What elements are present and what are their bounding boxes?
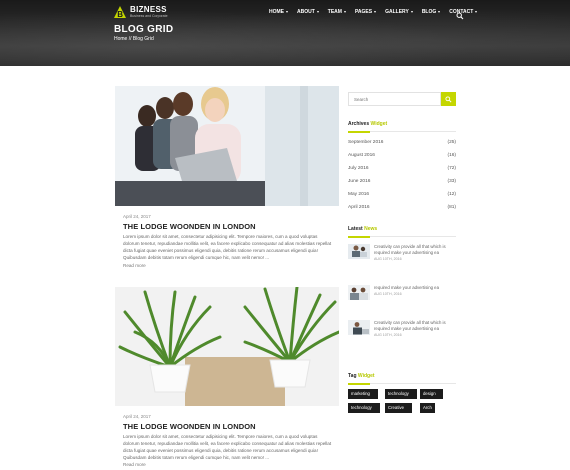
widget-title-accent: News <box>364 226 378 232</box>
post-image-students-laptop[interactable] <box>115 86 339 206</box>
archive-item[interactable]: May 2016 (12) <box>348 192 456 197</box>
chevron-down-icon <box>286 11 288 13</box>
nav-item-blog[interactable]: BLOG <box>421 9 441 15</box>
tag-marketing[interactable]: marketing <box>348 389 378 399</box>
chevron-down-icon <box>438 11 441 13</box>
nav-item-about[interactable]: ABOUT <box>297 9 319 15</box>
archive-label: August 2016 <box>348 153 375 158</box>
nav-label: ABOUT <box>297 9 315 15</box>
post-title[interactable]: THE LODGE WOONDEN IN LONDON <box>123 422 256 431</box>
archive-label: April 2016 <box>348 205 370 210</box>
archive-count: (12) <box>447 192 456 197</box>
logo[interactable]: B BIZNESS Business and Corporate <box>113 5 168 19</box>
nav-label: HOME <box>269 9 284 15</box>
widget-title-main: Archives <box>348 121 370 127</box>
news-thumbnail <box>348 244 370 259</box>
archive-count: (33) <box>447 179 456 184</box>
widget-divider <box>348 130 456 133</box>
logo-title: BIZNESS <box>130 5 167 14</box>
logo-icon: B <box>113 5 127 19</box>
chevron-down-icon <box>475 11 478 13</box>
news-text: Creativity can provide all that which is… <box>374 244 446 255</box>
svg-text:B: B <box>117 10 123 19</box>
archive-count: (16) <box>447 153 456 158</box>
search-button[interactable] <box>441 92 456 106</box>
news-thumbnail <box>348 320 370 335</box>
chevron-down-icon <box>343 11 346 13</box>
news-thumbnail <box>348 285 370 300</box>
post-image-potted-plants[interactable] <box>115 287 339 406</box>
post-title[interactable]: THE LODGE WOONDEN IN LONDON <box>123 222 256 231</box>
post-excerpt: Lorem ipsum dolor sit amet, consectetur … <box>123 234 332 260</box>
post-date: April 24, 2017 <box>123 414 151 419</box>
archive-count: (81) <box>447 205 456 210</box>
chevron-down-icon <box>410 11 413 13</box>
breadcrumb[interactable]: Home // Blog Grid <box>114 36 154 42</box>
main-nav: HOME ABOUT TEAM PAGES GALLERY BLOG CONTA… <box>269 9 486 15</box>
tag-creative[interactable]: Creative <box>385 403 412 413</box>
archive-label: June 2016 <box>348 179 371 184</box>
widget-title-accent: Widget <box>357 373 375 379</box>
tag-design[interactable]: design <box>420 389 443 399</box>
nav-label: PAGES <box>354 9 373 15</box>
archive-count: (25) <box>447 140 456 145</box>
read-more-link[interactable]: Read more <box>123 462 146 467</box>
chevron-down-icon <box>316 11 319 13</box>
chevron-down-icon <box>374 11 377 13</box>
news-item[interactable]: Creativity can provide all that which is… <box>348 320 458 337</box>
search-input[interactable] <box>348 92 441 106</box>
archive-item[interactable]: August 2016 (16) <box>348 153 456 158</box>
widget-title-main: Latest <box>348 226 363 232</box>
tag-technology[interactable]: technology <box>348 403 380 413</box>
nav-item-team[interactable]: TEAM <box>328 9 346 15</box>
search-icon <box>445 95 452 102</box>
nav-item-gallery[interactable]: GALLERY <box>385 9 413 15</box>
nav-label: BLOG <box>421 9 437 15</box>
archive-item[interactable]: June 2016 (33) <box>348 179 456 184</box>
archive-label: September 2016 <box>348 140 384 145</box>
read-more-link[interactable]: Read more <box>123 263 146 268</box>
widget-divider <box>348 235 456 238</box>
post-excerpt: Lorem ipsum dolor sit amet, consectetur … <box>123 434 332 460</box>
widget-divider <box>348 382 456 385</box>
widget-title-main: Tag <box>348 373 357 379</box>
news-date: AUG 10TH, 2016 <box>374 333 402 337</box>
widget-title-accent: Widget <box>370 121 388 127</box>
news-widget-title: Latest News <box>348 226 377 232</box>
news-item[interactable]: Creativity can provide all that which is… <box>348 244 458 261</box>
page-header: B BIZNESS Business and Corporate HOME AB… <box>0 0 570 66</box>
nav-label: TEAM <box>327 9 342 15</box>
logo-tagline: Business and Corporate <box>130 14 168 18</box>
tag-technology[interactable]: technology <box>385 389 417 399</box>
news-item[interactable]: required make your advertising ea AUG 10… <box>348 285 458 300</box>
news-text: required make your advertising ea <box>374 285 439 290</box>
search-icon[interactable] <box>456 7 464 20</box>
nav-item-pages[interactable]: PAGES <box>354 9 377 15</box>
post-date: April 24, 2017 <box>123 214 151 219</box>
tags-widget-title: Tag Widget <box>348 373 375 379</box>
archive-item[interactable]: April 2016 (81) <box>348 205 456 210</box>
tag-arch[interactable]: Arch <box>420 403 435 413</box>
archive-item[interactable]: July 2016 (72) <box>348 166 456 171</box>
archive-label: May 2016 <box>348 192 370 197</box>
archive-count: (72) <box>447 166 456 171</box>
news-date: AUG 10TH, 2016 <box>374 257 402 261</box>
sidebar-search <box>348 92 456 106</box>
archive-label: July 2016 <box>348 166 369 171</box>
news-date: AUG 10TH, 2016 <box>374 292 402 296</box>
news-text: Creativity can provide all that which is… <box>374 320 446 331</box>
nav-label: GALLERY <box>385 9 409 15</box>
archives-widget-title: Archives Widget <box>348 121 387 127</box>
nav-item-home[interactable]: HOME <box>269 9 288 15</box>
archive-item[interactable]: September 2016 (25) <box>348 140 456 145</box>
page-title: BLOG GRID <box>114 24 174 35</box>
